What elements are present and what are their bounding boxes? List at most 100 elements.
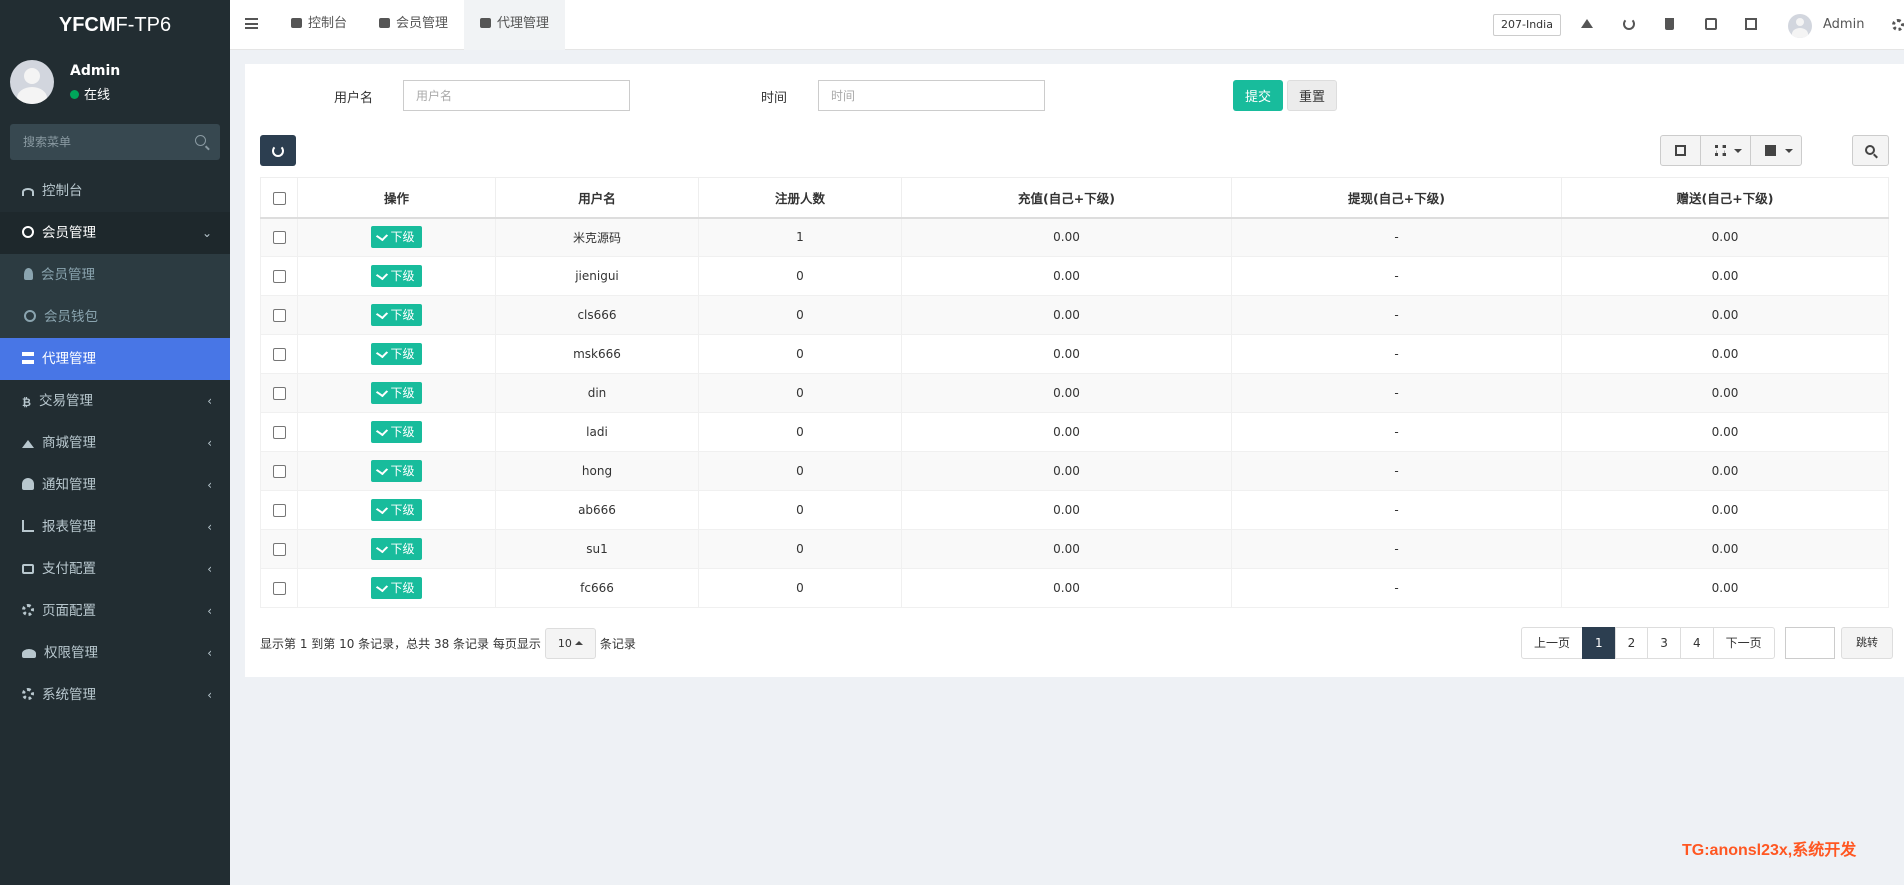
row-checkbox[interactable] <box>272 465 286 478</box>
action-cell: 下级 <box>297 373 496 413</box>
search-button[interactable] <box>1852 135 1889 166</box>
col-withdraw[interactable]: 提现(自己+下级) <box>1231 177 1562 219</box>
refresh-button[interactable] <box>260 135 296 166</box>
recharge-cell: 0.00 <box>901 490 1232 530</box>
subordinate-button[interactable]: 下级 <box>371 577 422 599</box>
action-cell: 下级 <box>297 451 496 491</box>
col-gift[interactable]: 赠送(自己+下级) <box>1561 177 1889 219</box>
gear-icon[interactable] <box>1892 19 1904 31</box>
row-checkbox[interactable] <box>272 387 286 400</box>
sidebar-item-notice-management[interactable]: 通知管理 ‹ <box>0 464 230 506</box>
username-cell: 米克源码 <box>495 217 699 257</box>
page-size-select[interactable]: 10 <box>544 627 596 659</box>
page-1-button[interactable]: 1 <box>1582 627 1616 659</box>
menu-search-input[interactable] <box>10 124 220 160</box>
sidebar-item-member-management[interactable]: 会员管理 ⌄ <box>0 212 230 254</box>
select-all-checkbox[interactable] <box>272 191 286 205</box>
col-registered[interactable]: 注册人数 <box>698 177 902 219</box>
admin-name[interactable]: Admin <box>1823 17 1864 32</box>
table-row: 下级 米克源码 1 0.00-0.00 <box>260 217 1889 257</box>
withdraw-cell: - <box>1231 490 1562 530</box>
row-checkbox[interactable] <box>272 231 286 245</box>
sidebar-item-system-management[interactable]: 系统管理 ‹ <box>0 674 230 716</box>
page-4-button[interactable]: 4 <box>1679 627 1714 659</box>
action-cell: 下级 <box>297 217 496 257</box>
subordinate-button[interactable]: 下级 <box>371 421 422 443</box>
action-cell: 下级 <box>297 568 496 608</box>
menu-toggle-icon[interactable] <box>245 18 258 29</box>
row-checkbox[interactable] <box>272 270 286 283</box>
search-icon[interactable] <box>195 135 206 146</box>
home-icon <box>22 440 34 448</box>
trash-icon[interactable] <box>1665 18 1674 30</box>
row-checkbox[interactable] <box>272 348 286 361</box>
region-badge[interactable]: 207-India <box>1493 14 1561 36</box>
sidebar-item-shop-management[interactable]: 商城管理 ‹ <box>0 422 230 464</box>
col-recharge[interactable]: 充值(自己+下级) <box>901 177 1232 219</box>
time-input[interactable] <box>818 80 1045 111</box>
row-checkbox[interactable] <box>272 426 286 439</box>
sidebar-subitem-member-wallet[interactable]: 会员钱包 <box>0 296 230 338</box>
registered-cell: 0 <box>698 490 902 530</box>
search-icon <box>1865 145 1875 155</box>
page-2-button[interactable]: 2 <box>1614 627 1649 659</box>
row-checkbox[interactable] <box>272 582 286 595</box>
username-cell: din <box>495 373 699 413</box>
submit-button[interactable]: 提交 <box>1233 80 1283 111</box>
page-3-button[interactable]: 3 <box>1647 627 1681 659</box>
subordinate-button[interactable]: 下级 <box>371 499 422 521</box>
columns-button[interactable] <box>1701 136 1751 165</box>
gift-cell: 0.00 <box>1561 451 1889 491</box>
translate-icon[interactable] <box>1705 18 1717 30</box>
registered-cell: 0 <box>698 334 902 374</box>
next-page-button[interactable]: 下一页 <box>1712 627 1775 659</box>
registered-cell: 0 <box>698 373 902 413</box>
table-body: 下级 米克源码 1 0.00-0.00 下级 jienigui 0 0.00-0.00 下级 cl… <box>260 217 1889 608</box>
row-checkbox[interactable] <box>272 504 286 517</box>
tab-agent-management[interactable]: 代理管理 <box>464 0 566 50</box>
username-input[interactable] <box>403 80 630 111</box>
pencil-icon <box>376 269 389 281</box>
subordinate-button[interactable]: 下级 <box>371 538 422 560</box>
sidebar-subitem-members[interactable]: 会员管理 <box>0 254 230 296</box>
home-icon[interactable] <box>1581 19 1593 28</box>
row-checkbox[interactable] <box>272 543 286 556</box>
subordinate-button[interactable]: 下级 <box>371 343 422 365</box>
subordinate-button[interactable]: 下级 <box>371 265 422 287</box>
registered-cell: 0 <box>698 529 902 569</box>
subordinate-button[interactable]: 下级 <box>371 382 422 404</box>
export-button[interactable] <box>1751 136 1801 165</box>
sidebar-item-report-management[interactable]: 报表管理 ‹ <box>0 506 230 548</box>
username-cell: fc666 <box>495 568 699 608</box>
prev-page-button[interactable]: 上一页 <box>1521 627 1584 659</box>
sidebar-item-trade-management[interactable]: ₿ 交易管理 ‹ <box>0 380 230 422</box>
sidebar-item-payment-config[interactable]: 支付配置 ‹ <box>0 548 230 590</box>
row-checkbox[interactable] <box>272 309 286 322</box>
col-action[interactable]: 操作 <box>297 177 496 219</box>
sidebar-item-agent-management[interactable]: 代理管理 <box>0 338 230 380</box>
avatar[interactable] <box>1788 14 1812 38</box>
app-logo[interactable]: YFCMF-TP6 <box>0 0 230 50</box>
pencil-icon <box>376 425 389 437</box>
jump-page-input[interactable] <box>1785 627 1835 659</box>
pencil-icon <box>376 581 389 593</box>
col-username[interactable]: 用户名 <box>495 177 699 219</box>
gift-cell: 0.00 <box>1561 412 1889 452</box>
sidebar-item-permission-management[interactable]: 权限管理 ‹ <box>0 632 230 674</box>
toggle-view-button[interactable] <box>1661 136 1701 165</box>
tab-dashboard[interactable]: 控制台 <box>275 0 363 50</box>
sidebar-item-dashboard[interactable]: 控制台 <box>0 170 230 212</box>
reset-button[interactable]: 重置 <box>1287 80 1337 111</box>
sidebar-item-page-config[interactable]: 页面配置 ‹ <box>0 590 230 632</box>
subordinate-button[interactable]: 下级 <box>371 460 422 482</box>
tab-member-management[interactable]: 会员管理 <box>363 0 464 50</box>
withdraw-cell: - <box>1231 412 1562 452</box>
refresh-icon[interactable] <box>1623 18 1635 30</box>
sitemap-icon <box>480 18 492 28</box>
user-icon <box>24 268 33 280</box>
subordinate-button[interactable]: 下级 <box>371 304 422 326</box>
subordinate-button[interactable]: 下级 <box>371 226 422 249</box>
chevron-left-icon: ‹ <box>207 436 212 450</box>
fullscreen-icon[interactable] <box>1745 18 1757 30</box>
jump-button[interactable]: 跳转 <box>1841 627 1893 659</box>
